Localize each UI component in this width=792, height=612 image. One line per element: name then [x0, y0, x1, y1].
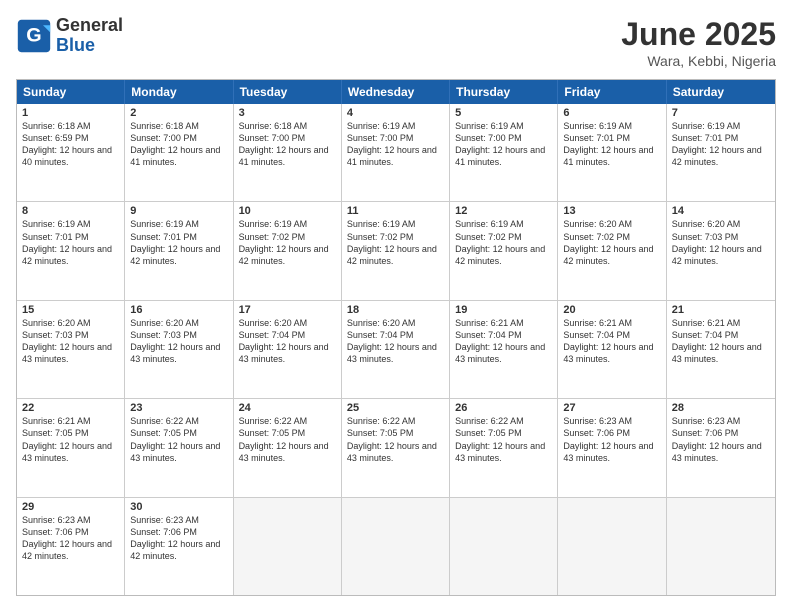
day-14: 14 Sunrise: 6:20 AMSunset: 7:03 PMDaylig…: [667, 202, 775, 299]
day-9: 9 Sunrise: 6:19 AMSunset: 7:01 PMDayligh…: [125, 202, 233, 299]
day-30: 30 Sunrise: 6:23 AMSunset: 7:06 PMDaylig…: [125, 498, 233, 595]
day-empty-2: [342, 498, 450, 595]
calendar-header: Sunday Monday Tuesday Wednesday Thursday…: [17, 80, 775, 104]
day-26: 26 Sunrise: 6:22 AMSunset: 7:05 PMDaylig…: [450, 399, 558, 496]
day-7: 7 Sunrise: 6:19 AMSunset: 7:01 PMDayligh…: [667, 104, 775, 201]
day-3: 3 Sunrise: 6:18 AMSunset: 7:00 PMDayligh…: [234, 104, 342, 201]
week-row-1: 1 Sunrise: 6:18 AMSunset: 6:59 PMDayligh…: [17, 104, 775, 202]
month-title: June 2025: [621, 16, 776, 53]
day-18: 18 Sunrise: 6:20 AMSunset: 7:04 PMDaylig…: [342, 301, 450, 398]
day-11: 11 Sunrise: 6:19 AMSunset: 7:02 PMDaylig…: [342, 202, 450, 299]
calendar-body: 1 Sunrise: 6:18 AMSunset: 6:59 PMDayligh…: [17, 104, 775, 595]
day-empty-5: [667, 498, 775, 595]
day-21: 21 Sunrise: 6:21 AMSunset: 7:04 PMDaylig…: [667, 301, 775, 398]
calendar: Sunday Monday Tuesday Wednesday Thursday…: [16, 79, 776, 596]
day-4: 4 Sunrise: 6:19 AMSunset: 7:00 PMDayligh…: [342, 104, 450, 201]
day-23: 23 Sunrise: 6:22 AMSunset: 7:05 PMDaylig…: [125, 399, 233, 496]
day-27: 27 Sunrise: 6:23 AMSunset: 7:06 PMDaylig…: [558, 399, 666, 496]
logo: G General Blue: [16, 16, 123, 56]
day-24: 24 Sunrise: 6:22 AMSunset: 7:05 PMDaylig…: [234, 399, 342, 496]
day-17: 17 Sunrise: 6:20 AMSunset: 7:04 PMDaylig…: [234, 301, 342, 398]
day-empty-1: [234, 498, 342, 595]
day-28: 28 Sunrise: 6:23 AMSunset: 7:06 PMDaylig…: [667, 399, 775, 496]
day-20: 20 Sunrise: 6:21 AMSunset: 7:04 PMDaylig…: [558, 301, 666, 398]
week-row-2: 8 Sunrise: 6:19 AMSunset: 7:01 PMDayligh…: [17, 202, 775, 300]
day-13: 13 Sunrise: 6:20 AMSunset: 7:02 PMDaylig…: [558, 202, 666, 299]
header-monday: Monday: [125, 80, 233, 104]
day-15: 15 Sunrise: 6:20 AMSunset: 7:03 PMDaylig…: [17, 301, 125, 398]
header-tuesday: Tuesday: [234, 80, 342, 104]
day-22: 22 Sunrise: 6:21 AMSunset: 7:05 PMDaylig…: [17, 399, 125, 496]
week-row-4: 22 Sunrise: 6:21 AMSunset: 7:05 PMDaylig…: [17, 399, 775, 497]
header-friday: Friday: [558, 80, 666, 104]
day-8: 8 Sunrise: 6:19 AMSunset: 7:01 PMDayligh…: [17, 202, 125, 299]
header-wednesday: Wednesday: [342, 80, 450, 104]
week-row-5: 29 Sunrise: 6:23 AMSunset: 7:06 PMDaylig…: [17, 498, 775, 595]
day-2: 2 Sunrise: 6:18 AMSunset: 7:00 PMDayligh…: [125, 104, 233, 201]
day-6: 6 Sunrise: 6:19 AMSunset: 7:01 PMDayligh…: [558, 104, 666, 201]
day-12: 12 Sunrise: 6:19 AMSunset: 7:02 PMDaylig…: [450, 202, 558, 299]
title-area: June 2025 Wara, Kebbi, Nigeria: [621, 16, 776, 69]
day-25: 25 Sunrise: 6:22 AMSunset: 7:05 PMDaylig…: [342, 399, 450, 496]
header-saturday: Saturday: [667, 80, 775, 104]
day-empty-4: [558, 498, 666, 595]
day-19: 19 Sunrise: 6:21 AMSunset: 7:04 PMDaylig…: [450, 301, 558, 398]
day-16: 16 Sunrise: 6:20 AMSunset: 7:03 PMDaylig…: [125, 301, 233, 398]
location: Wara, Kebbi, Nigeria: [621, 53, 776, 69]
day-10: 10 Sunrise: 6:19 AMSunset: 7:02 PMDaylig…: [234, 202, 342, 299]
header: G General Blue June 2025 Wara, Kebbi, Ni…: [16, 16, 776, 69]
logo-blue: Blue: [56, 35, 95, 55]
day-29: 29 Sunrise: 6:23 AMSunset: 7:06 PMDaylig…: [17, 498, 125, 595]
header-thursday: Thursday: [450, 80, 558, 104]
calendar-page: G General Blue June 2025 Wara, Kebbi, Ni…: [0, 0, 792, 612]
week-row-3: 15 Sunrise: 6:20 AMSunset: 7:03 PMDaylig…: [17, 301, 775, 399]
day-empty-3: [450, 498, 558, 595]
logo-general: General: [56, 15, 123, 35]
header-sunday: Sunday: [17, 80, 125, 104]
day-1: 1 Sunrise: 6:18 AMSunset: 6:59 PMDayligh…: [17, 104, 125, 201]
day-5: 5 Sunrise: 6:19 AMSunset: 7:00 PMDayligh…: [450, 104, 558, 201]
svg-text:G: G: [26, 24, 41, 46]
logo-icon: G: [16, 18, 52, 54]
